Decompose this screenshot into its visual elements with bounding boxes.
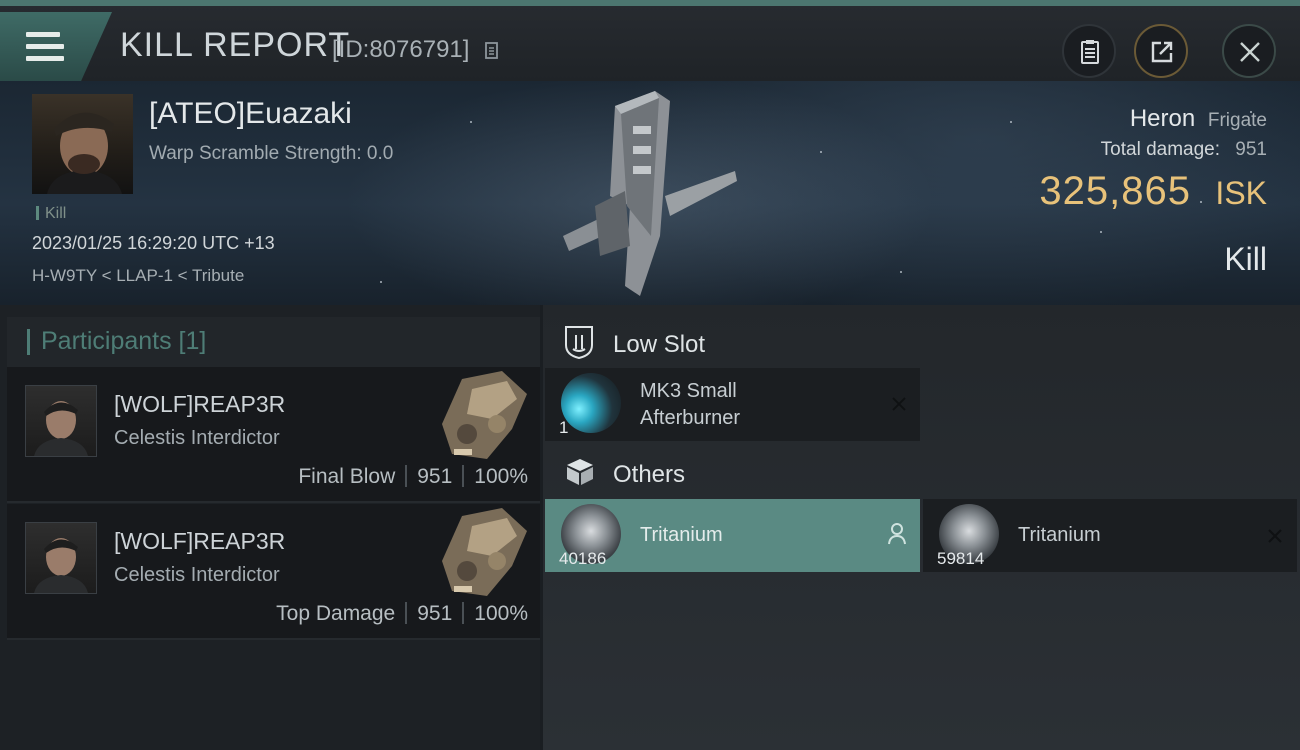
- copy-icon[interactable]: [484, 40, 500, 60]
- participants-panel: Participants [1] [WOLF]REAP3R Celestis I…: [0, 305, 540, 750]
- ship-render-image[interactable]: [555, 86, 755, 301]
- participant-row[interactable]: [WOLF]REAP3R Celestis Interdictor Top Da…: [7, 504, 540, 640]
- share-button[interactable]: [1134, 24, 1188, 78]
- item-name-line2: Afterburner: [640, 407, 741, 429]
- participant-percent: 100%: [474, 465, 528, 488]
- kill-type: Kill: [1224, 241, 1267, 277]
- victim-ship[interactable]: Heron Frigate: [1130, 105, 1267, 133]
- cargo-box-icon: [567, 459, 593, 485]
- participant-ship-image[interactable]: [432, 506, 532, 602]
- menu-icon: [26, 32, 64, 62]
- isk-value: 325,865 ISK: [1039, 169, 1267, 214]
- low-slot-icon: [565, 326, 593, 359]
- item-name-line1: MK3 Small: [640, 380, 737, 402]
- others-item[interactable]: 40186 Tritanium: [545, 499, 920, 572]
- participant-damage: 951: [417, 465, 453, 488]
- others-item[interactable]: 59814 Tritanium: [923, 499, 1297, 572]
- participant-name: [WOLF]REAP3R: [114, 528, 286, 554]
- victim-banner: [ATEO]Euazaki Warp Scramble Strength: 0.…: [0, 81, 1300, 305]
- participant-ship-image[interactable]: [432, 369, 532, 465]
- participant-ship: Celestis Interdictor: [114, 427, 280, 449]
- kill-datetime: 2023/01/25 16:29:20 UTC +13: [32, 233, 275, 253]
- kill-location[interactable]: H-W9TY < LLAP-1 < Tribute: [32, 266, 244, 286]
- participant-damage: 951: [417, 602, 453, 625]
- item-name: Tritanium: [640, 524, 723, 546]
- low-slot-title: Low Slot: [613, 331, 706, 358]
- menu-button[interactable]: [0, 12, 112, 82]
- close-button[interactable]: [1222, 24, 1276, 78]
- kill-tag: Kill: [36, 205, 66, 223]
- afterburner-icon: [561, 373, 621, 433]
- low-slot-header: Low Slot: [543, 313, 1300, 368]
- participant-avatar[interactable]: [25, 522, 97, 594]
- item-quantity: 40186: [559, 549, 607, 568]
- ship-name: Heron: [1129, 105, 1196, 132]
- participant-role: Final Blow: [298, 465, 396, 488]
- total-damage: Total damage: 951: [1101, 139, 1267, 161]
- participant-name: [WOLF]REAP3R: [114, 391, 286, 417]
- participants-header: Participants [1]: [7, 317, 540, 367]
- participant-stats: Final Blow 951 100%: [298, 465, 528, 489]
- destroyed-x-icon: [1268, 529, 1282, 543]
- participant-ship: Celestis Interdictor: [114, 564, 280, 586]
- participant-role: Top Damage: [276, 602, 396, 625]
- participants-title: Participants [1]: [41, 327, 207, 355]
- total-damage-value: 951: [1235, 139, 1267, 160]
- header-bar: KILL REPORT [ID:8076791]: [0, 6, 1300, 82]
- victim-name[interactable]: [ATEO]Euazaki: [149, 97, 352, 131]
- close-icon: [1240, 42, 1260, 62]
- participant-stats: Top Damage 951 100%: [276, 602, 528, 626]
- victim-avatar[interactable]: [32, 94, 133, 194]
- page-title: KILL REPORT: [120, 26, 351, 64]
- dropped-person-icon: [888, 523, 906, 545]
- participant-avatar[interactable]: [25, 385, 97, 457]
- report-id: [ID:8076791]: [332, 36, 470, 63]
- participant-row[interactable]: [WOLF]REAP3R Celestis Interdictor Final …: [7, 367, 540, 503]
- warp-scramble-strength: Warp Scramble Strength: 0.0: [149, 143, 394, 164]
- item-quantity: 59814: [937, 549, 985, 568]
- isk-unit: ISK: [1215, 175, 1267, 211]
- others-title: Others: [613, 461, 686, 488]
- ship-class: Frigate: [1207, 110, 1267, 131]
- total-damage-label: Total damage:: [1100, 139, 1221, 160]
- low-slot-item[interactable]: 1 MK3 Small Afterburner: [545, 368, 920, 441]
- item-name: Tritanium: [1018, 524, 1101, 546]
- fitting-panel: Low Slot 1 MK3 Small Afterburner Others …: [543, 305, 1300, 750]
- clipboard-button[interactable]: [1062, 24, 1116, 78]
- others-header: Others: [543, 443, 1300, 498]
- isk-amount: 325,865: [1039, 169, 1191, 213]
- item-quantity: 1: [559, 418, 569, 437]
- participant-percent: 100%: [474, 602, 528, 625]
- destroyed-x-icon: [892, 397, 906, 411]
- share-icon: [1151, 41, 1173, 63]
- clipboard-icon: [1081, 40, 1099, 64]
